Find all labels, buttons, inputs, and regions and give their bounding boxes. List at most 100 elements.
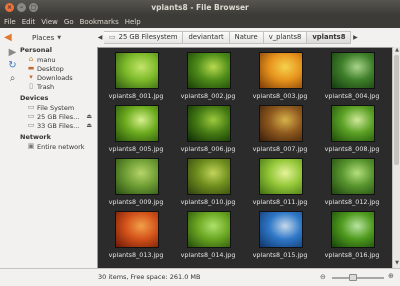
file-name: vplants8_005.jpg: [108, 145, 164, 153]
sidebar-item-filesystem[interactable]: ▭ File System: [20, 103, 96, 112]
sidebar-item-downloads[interactable]: ▾ Downloads: [20, 73, 96, 82]
file-item[interactable]: vplants8_011.jpg: [244, 157, 316, 210]
image-thumbnail: [331, 105, 375, 142]
sidebar-item-25gb[interactable]: ▭ 25 GB Files... ⏏: [20, 112, 96, 121]
vertical-scrollbar[interactable]: ▲ ▼: [392, 47, 400, 268]
file-item[interactable]: vplants8_006.jpg: [172, 104, 244, 157]
sidebar-item-entire-network[interactable]: ▣ Entire network: [20, 142, 96, 151]
reload-icon[interactable]: ↻: [7, 60, 18, 71]
drive-icon: ▭: [27, 121, 35, 129]
breadcrumb-label: 25 GB Filesystem: [118, 33, 178, 41]
sidebar-item-label: 25 GB Files...: [37, 112, 80, 121]
minimize-icon: –: [20, 3, 23, 11]
image-thumbnail: [187, 52, 231, 89]
file-item[interactable]: vplants8_010.jpg: [172, 157, 244, 210]
menu-view[interactable]: View: [41, 18, 58, 26]
zoom-slider-knob[interactable]: [349, 274, 357, 281]
file-grid: vplants8_001.jpg vplants8_002.jpg vplants8…: [98, 48, 392, 268]
image-thumbnail: [259, 52, 303, 89]
eject-icon[interactable]: ⏏: [86, 122, 92, 129]
search-icon[interactable]: ⌕: [7, 73, 18, 84]
image-thumbnail: [187, 158, 231, 195]
file-item[interactable]: vplants8_003.jpg: [244, 51, 316, 104]
home-icon: ⌂: [28, 55, 34, 63]
file-item[interactable]: vplants8_015.jpg: [244, 210, 316, 263]
sidebar-item-home[interactable]: ⌂ manu: [20, 55, 96, 64]
file-item[interactable]: vplants8_012.jpg: [316, 157, 388, 210]
back-arrow-icon[interactable]: ◀: [4, 32, 16, 44]
menu-bar: File Edit View Go Bookmarks Help: [0, 15, 400, 28]
close-button[interactable]: ×: [5, 3, 14, 12]
places-selector[interactable]: ◀ Places ▼: [0, 29, 96, 46]
breadcrumb-item-v-plants8[interactable]: v_plants8: [263, 31, 308, 44]
file-name: vplants8_009.jpg: [108, 198, 164, 206]
zoom-in-icon[interactable]: ⊕: [388, 272, 394, 280]
maximize-button[interactable]: □: [29, 3, 38, 12]
status-bar: 30 items, Free space: 261.0 MB ⊖ ⊕: [0, 268, 400, 286]
image-thumbnail: [331, 52, 375, 89]
close-icon: ×: [6, 3, 13, 11]
file-item[interactable]: vplants8_013.jpg: [100, 210, 172, 263]
breadcrumb-item-filesystem[interactable]: ▭ 25 GB Filesystem: [104, 31, 184, 44]
file-name: vplants8_001.jpg: [108, 92, 164, 100]
menu-bookmarks[interactable]: Bookmarks: [80, 18, 119, 26]
minimize-button[interactable]: –: [17, 3, 26, 12]
breadcrumb-right-arrow[interactable]: ▶: [351, 31, 359, 44]
places-label: Places: [32, 33, 55, 42]
image-thumbnail: [115, 211, 159, 248]
file-item[interactable]: vplants8_014.jpg: [172, 210, 244, 263]
file-name: vplants8_014.jpg: [180, 251, 236, 259]
menu-file[interactable]: File: [4, 18, 16, 26]
file-item[interactable]: vplants8_005.jpg: [100, 104, 172, 157]
scroll-up-arrow[interactable]: ▲: [393, 47, 400, 54]
maximize-icon: □: [30, 3, 37, 11]
file-name: vplants8_002.jpg: [180, 92, 236, 100]
image-thumbnail: [331, 158, 375, 195]
downloads-icon: ▾: [29, 73, 33, 81]
file-name: vplants8_010.jpg: [180, 198, 236, 206]
breadcrumb-item-deviantart[interactable]: deviantart: [183, 31, 230, 44]
image-thumbnail: [259, 158, 303, 195]
scrollbar-thumb[interactable]: [394, 55, 399, 165]
image-thumbnail: [331, 211, 375, 248]
image-thumbnail: [259, 105, 303, 142]
file-item[interactable]: vplants8_008.jpg: [316, 104, 388, 157]
drive-icon: ▭: [27, 103, 35, 111]
sidebar-item-label: Downloads: [37, 73, 73, 82]
file-name: vplants8_007.jpg: [252, 145, 308, 153]
breadcrumb-left-arrow[interactable]: ◀: [96, 31, 104, 44]
file-browser-window: × – □ vplants8 - File Browser File Edit …: [0, 0, 400, 286]
zoom-slider[interactable]: [332, 274, 384, 281]
eject-icon[interactable]: ⏏: [86, 113, 92, 120]
menu-edit[interactable]: Edit: [22, 18, 36, 26]
chevron-down-icon: ▼: [57, 34, 62, 41]
image-thumbnail: [187, 211, 231, 248]
sidebar-item-label: manu: [37, 55, 56, 64]
file-name: vplants8_011.jpg: [252, 198, 308, 206]
breadcrumb: ◀ ▭ 25 GB Filesystem deviantart Nature v…: [96, 30, 400, 45]
forward-arrow-icon[interactable]: ▶: [7, 47, 18, 58]
file-name: vplants8_006.jpg: [180, 145, 236, 153]
sidebar-item-33gb[interactable]: ▭ 33 GB Files... ⏏: [20, 121, 96, 130]
network-icon: ▣: [27, 142, 35, 150]
file-item[interactable]: vplants8_007.jpg: [244, 104, 316, 157]
status-text: 30 items, Free space: 261.0 MB: [98, 273, 201, 281]
file-name: vplants8_003.jpg: [252, 92, 308, 100]
menu-help[interactable]: Help: [125, 18, 141, 26]
file-item[interactable]: vplants8_016.jpg: [316, 210, 388, 263]
sidebar-item-desktop[interactable]: ▬ Desktop: [20, 64, 96, 73]
menu-go[interactable]: Go: [64, 18, 74, 26]
scroll-down-arrow[interactable]: ▼: [393, 260, 400, 267]
image-thumbnail: [115, 52, 159, 89]
file-item[interactable]: vplants8_009.jpg: [100, 157, 172, 210]
breadcrumb-item-nature[interactable]: Nature: [229, 31, 264, 44]
file-item[interactable]: vplants8_004.jpg: [316, 51, 388, 104]
sidebar-item-trash[interactable]: ▯ Trash: [20, 82, 96, 91]
file-item[interactable]: vplants8_002.jpg: [172, 51, 244, 104]
sidebar-heading-devices: Devices: [20, 94, 49, 102]
breadcrumb-item-vplants8[interactable]: vplants8: [307, 31, 352, 44]
trash-icon: ▯: [29, 82, 33, 90]
file-item[interactable]: vplants8_001.jpg: [100, 51, 172, 104]
image-thumbnail: [187, 105, 231, 142]
zoom-out-icon[interactable]: ⊖: [320, 273, 326, 281]
